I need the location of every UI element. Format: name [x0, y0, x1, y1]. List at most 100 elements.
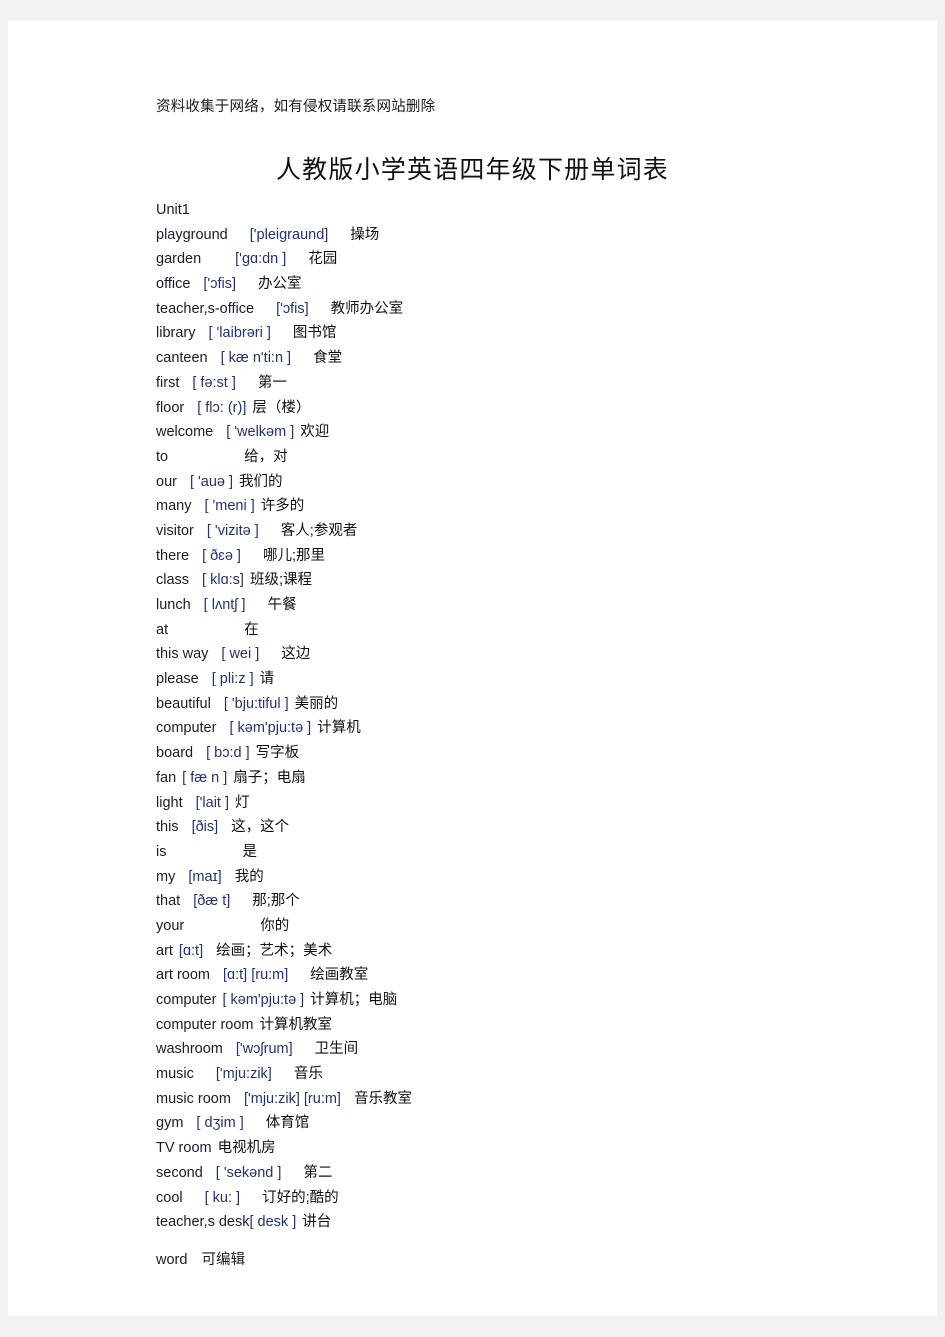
entry-phonetic: ['mju:zik] [ru:m] — [243, 1090, 341, 1107]
entry-phonetic: [ fæ n ] — [182, 769, 228, 786]
vocabulary-entry: second [ 'sekənd ] 第二 — [156, 1161, 896, 1186]
entry-word: second — [156, 1164, 203, 1181]
vocabulary-entry: is 是 — [156, 840, 896, 865]
vocabulary-entry: class [ klɑ:s] 班级;课程 — [156, 568, 896, 593]
vocabulary-entry: that [ðæ t] 那;那个 — [156, 889, 896, 914]
entry-meaning: 灯 — [235, 794, 250, 811]
entry-word: this way — [156, 646, 209, 663]
vocabulary-entry: fan [ fæ n ] 扇子；电扇 — [156, 766, 896, 791]
vocabulary-entry: there [ ðɛə ] 哪儿;那里 — [156, 544, 896, 569]
entry-phonetic: [ klɑ:s] — [202, 572, 244, 589]
vocabulary-entry: board [ bɔ:d ] 写字板 — [156, 741, 896, 766]
entry-meaning: 计算机教室 — [259, 1016, 333, 1033]
entry-phonetic: [ 'auə ] — [189, 473, 234, 490]
entry-phonetic: [ flɔ: (r)] — [197, 399, 247, 416]
vocabulary-entry: library [ 'laibrəri ] 图书馆 — [156, 321, 896, 346]
vocabulary-entry: cool [ ku: ] 订好的;酷的 — [156, 1186, 896, 1211]
entry-word: is — [156, 843, 167, 860]
vocabulary-entry: first [ fə:st ] 第一 — [156, 371, 896, 396]
entry-meaning: 花园 — [308, 251, 338, 268]
entry-meaning: 我的 — [234, 868, 264, 885]
vocabulary-entry: garden ['ɡɑ:dn ] 花园 — [156, 247, 896, 272]
entry-phonetic: [ wei ] — [221, 646, 260, 663]
entry-word: floor — [156, 399, 185, 416]
entry-meaning: 是 — [242, 843, 257, 860]
entry-phonetic: [ 'meni ] — [204, 498, 255, 515]
entry-meaning: 讲台 — [302, 1214, 332, 1231]
vocabulary-entry: music room ['mju:zik] [ru:m] 音乐教室 — [156, 1087, 896, 1112]
entry-word: at — [156, 621, 169, 638]
entry-meaning: 客人;参观者 — [280, 522, 358, 539]
vocabulary-entry: this way [ wei ] 这边 — [156, 642, 896, 667]
entry-word: playground — [156, 226, 228, 243]
entry-phonetic: [ ku: ] — [204, 1189, 241, 1206]
vocabulary-entry: our [ 'auə ] 我们的 — [156, 470, 896, 495]
entry-word: first — [156, 374, 180, 391]
entry-phonetic: [maɪ] — [188, 868, 222, 885]
entry-word: your — [156, 917, 185, 934]
entry-meaning: 电视机房 — [217, 1140, 276, 1157]
entry-meaning: 音乐教室 — [353, 1090, 412, 1107]
entry-word: music — [156, 1066, 194, 1083]
entry-word: that — [156, 893, 181, 910]
entry-word: our — [156, 473, 177, 490]
entry-meaning: 美丽的 — [294, 695, 339, 712]
entry-phonetic: ['ɔfis] — [203, 276, 236, 293]
entry-meaning: 这边 — [281, 646, 311, 663]
entry-phonetic: [ kəm'pju:tə ] — [229, 720, 312, 737]
entry-word: library — [156, 325, 196, 342]
entry-word: my — [156, 868, 176, 885]
entry-phonetic: ['ɔfis] — [276, 300, 309, 317]
vocabulary-entry: at 在 — [156, 618, 896, 643]
entry-word: computer — [156, 720, 217, 737]
vocabulary-entry: welcome [ 'welkəm ] 欢迎 — [156, 420, 896, 445]
entry-word: this — [156, 819, 179, 836]
entry-meaning: 音乐 — [293, 1066, 323, 1083]
vocabulary-entry: TV room 电视机房 — [156, 1136, 896, 1161]
entry-word: teacher,s-office — [156, 300, 255, 317]
entry-meaning: 那;那个 — [252, 893, 300, 910]
vocabulary-entry: this [ðis] 这，这个 — [156, 815, 896, 840]
entry-meaning: 食堂 — [313, 350, 343, 367]
entry-word: class — [156, 572, 190, 589]
entry-phonetic: ['lait ] — [195, 794, 229, 811]
entry-phonetic: [ pli:z ] — [211, 671, 254, 688]
entry-meaning: 教师办公室 — [330, 300, 404, 317]
vocabulary-entry: light ['lait ] 灯 — [156, 791, 896, 816]
entry-phonetic: [ 'bju:tiful ] — [223, 695, 289, 712]
unit-heading: Unit1 — [156, 198, 896, 223]
unit-label: Unit1 — [156, 202, 190, 218]
vocabulary-entry: office ['ɔfis] 办公室 — [156, 272, 896, 297]
entry-word: to — [156, 448, 169, 465]
copyright-notice: 资料收集于网络，如有侵权请联系网站删除 — [156, 99, 436, 115]
entry-word: TV room — [156, 1140, 212, 1157]
entry-meaning: 第一 — [257, 374, 287, 391]
entry-word: many — [156, 498, 192, 515]
entry-phonetic: [ɑ:t] [ru:m] — [223, 967, 289, 984]
entry-meaning: 卫生间 — [314, 1041, 359, 1058]
vocabulary-entry: please [ pli:z ] 请 — [156, 667, 896, 692]
vocabulary-entry: playground ['pleiɡraund] 操场 — [156, 223, 896, 248]
entry-word: cool — [156, 1189, 183, 1206]
vocabulary-entry: computer room 计算机教室 — [156, 1013, 896, 1038]
entry-meaning: 绘画；艺术；美术 — [216, 942, 333, 959]
vocabulary-entry: music ['mju:zik] 音乐 — [156, 1062, 896, 1087]
vocabulary-list: Unit1 playground ['pleiɡraund] 操场 garden ['ɡ… — [156, 198, 896, 1235]
entry-phonetic: [ dʒim ] — [196, 1115, 244, 1132]
vocabulary-entry: floor [ flɔ: (r)] 层（楼） — [156, 396, 896, 421]
footer-text-cn: 可编辑 — [201, 1252, 246, 1268]
entry-phonetic: [ 'laibrəri ] — [208, 325, 271, 342]
entry-phonetic: ['mju:zik] — [215, 1066, 272, 1083]
entry-meaning: 计算机 — [317, 720, 361, 737]
entry-word: teacher,s desk — [156, 1214, 250, 1231]
entry-meaning: 层（楼） — [252, 399, 311, 416]
page-title: 人教版小学英语四年级下册单词表 — [275, 157, 669, 184]
entry-word: fan — [156, 769, 177, 786]
entry-meaning: 欢迎 — [300, 424, 330, 441]
vocabulary-entry: art room [ɑ:t] [ru:m] 绘画教室 — [156, 963, 896, 988]
vocabulary-entry: beautiful [ 'bju:tiful ] 美丽的 — [156, 692, 896, 717]
entry-word: computer — [156, 992, 217, 1008]
vocabulary-entry: many [ 'meni ] 许多的 — [156, 494, 896, 519]
entry-meaning: 订好的;酷的 — [262, 1189, 339, 1206]
entry-phonetic: [ 'vizitə ] — [206, 522, 259, 539]
